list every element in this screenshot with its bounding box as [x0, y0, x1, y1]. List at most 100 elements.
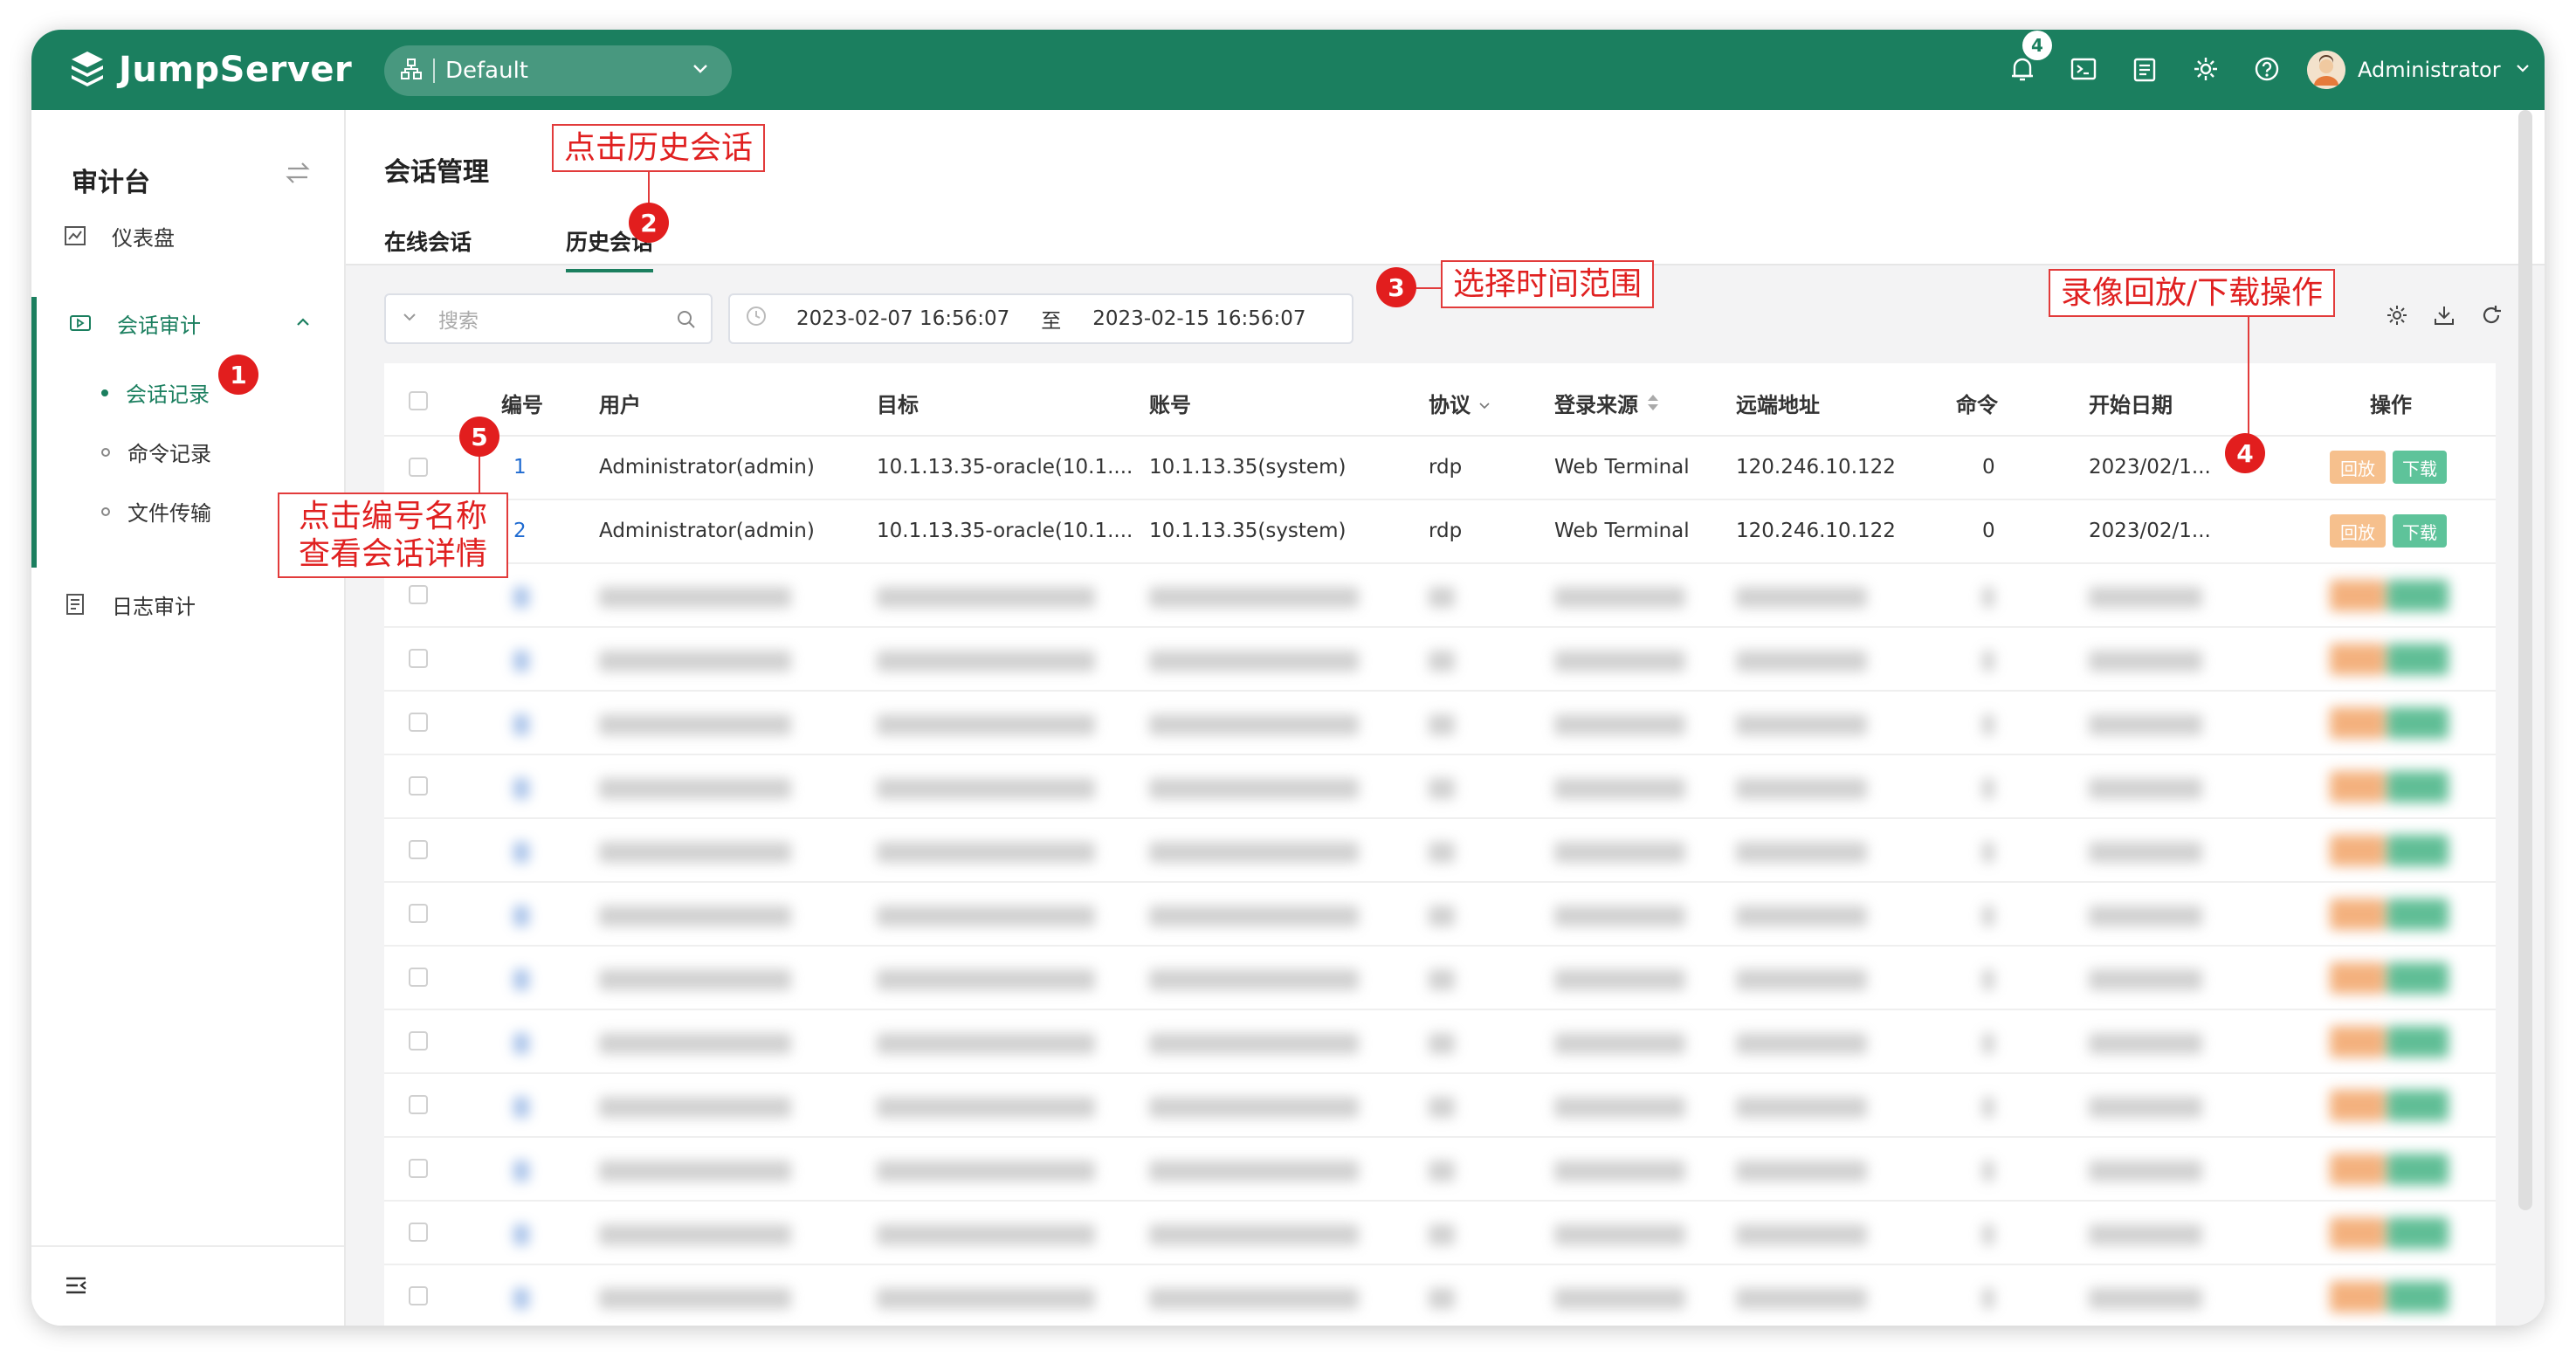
sidebar-sub-session-records[interactable]: 会话记录: [101, 377, 210, 408]
download-button[interactable]: 下载: [2393, 514, 2447, 548]
column-header[interactable]: 目标: [877, 388, 919, 418]
replay-button[interactable]: 回放: [2330, 514, 2386, 548]
blurred-cell: [1554, 1288, 1685, 1309]
row-checkbox[interactable]: [409, 713, 428, 732]
blurred-download-button: [2387, 1090, 2449, 1121]
blurred-cell: [1149, 1224, 1359, 1245]
help-icon[interactable]: [2251, 53, 2283, 85]
user-menu[interactable]: Administrator: [2307, 51, 2532, 89]
sidebar-sub-file-transfer[interactable]: 文件传输: [101, 496, 211, 527]
blurred-cell: [599, 1097, 791, 1118]
replay-button[interactable]: 回放: [2330, 451, 2386, 484]
tab-online-sessions[interactable]: 在线会话: [384, 225, 472, 257]
cell-account: 10.1.13.35(system): [1149, 520, 1347, 542]
blurred-cell: [877, 587, 1095, 608]
blurred-cell: [877, 651, 1095, 672]
terminal-icon[interactable]: [2068, 53, 2099, 85]
blurred-cell: [1982, 1097, 1994, 1118]
row-checkbox[interactable]: [409, 585, 428, 604]
column-header[interactable]: 用户: [599, 388, 641, 418]
row-checkbox[interactable]: [409, 1223, 428, 1242]
column-header[interactable]: 账号: [1149, 388, 1191, 418]
table-row[interactable]: 1 Administrator(admin) 10.1.13.35-oracle…: [384, 437, 2496, 500]
column-header[interactable]: 命令: [1956, 388, 1998, 418]
blurred-cell: [1982, 714, 1994, 735]
row-checkbox[interactable]: [409, 649, 428, 668]
blurred-cell: [1736, 778, 1867, 799]
column-header-protocol[interactable]: 协议: [1429, 388, 1491, 418]
blurred-replay-button: [2330, 1281, 2386, 1312]
blurred-download-button: [2387, 835, 2449, 866]
blurred-cell: [1554, 778, 1685, 799]
org-select[interactable]: Default: [384, 45, 732, 96]
download-button[interactable]: 下载: [2393, 451, 2447, 484]
search-icon[interactable]: [676, 309, 697, 334]
row-checkbox[interactable]: [409, 1159, 428, 1178]
blurred-cell: [1149, 714, 1359, 735]
blurred-cell: [2089, 906, 2202, 926]
cell-protocol: rdp: [1429, 520, 1463, 542]
blurred-cell: [2089, 714, 2202, 735]
row-checkbox[interactable]: [409, 776, 428, 796]
chevron-down-icon: [400, 307, 419, 330]
search-input[interactable]: 搜索: [384, 293, 713, 344]
divider: [31, 1245, 344, 1247]
annotation-line: [479, 457, 480, 495]
blurred-cell: [1429, 842, 1455, 863]
logo[interactable]: JumpServer: [68, 47, 352, 93]
row-checkbox[interactable]: [409, 1286, 428, 1305]
blurred-replay-button: [2330, 771, 2386, 802]
collapse-icon[interactable]: [65, 1275, 87, 1299]
download-icon[interactable]: [2433, 304, 2455, 330]
blurred-cell: [513, 842, 529, 863]
row-checkbox[interactable]: [409, 904, 428, 923]
sidebar-item-label: 日志审计: [112, 594, 196, 619]
blurred-cell: [1429, 1161, 1455, 1181]
sidebar-item-log-audit[interactable]: 日志审计: [31, 578, 344, 630]
date-from[interactable]: 2023-02-07 16:56:07: [796, 307, 1009, 330]
blurred-cell: [599, 587, 791, 608]
logo-icon: [68, 49, 107, 91]
cell-user: Administrator(admin): [599, 456, 815, 479]
blurred-cell: [2089, 1097, 2202, 1118]
bell-icon[interactable]: 4: [2007, 31, 2052, 85]
gear-icon[interactable]: [2190, 53, 2221, 85]
select-all-checkbox[interactable]: [409, 391, 428, 410]
blurred-cell: [1149, 1097, 1359, 1118]
sidebar-sub-command-records[interactable]: 命令记录: [101, 437, 211, 467]
blurred-cell: [2089, 969, 2202, 990]
swap-icon[interactable]: [285, 161, 311, 189]
page-title: 会话管理: [384, 157, 489, 188]
brand-name: JumpServer: [119, 50, 353, 90]
column-header[interactable]: 远端地址: [1736, 388, 1820, 418]
blurred-cell: [1149, 842, 1359, 863]
row-checkbox[interactable]: [409, 1095, 428, 1114]
cell-command-count: 0: [1982, 520, 1995, 542]
date-to[interactable]: 2023-02-15 16:56:07: [1092, 307, 1305, 330]
column-header[interactable]: 编号: [501, 388, 543, 418]
session-id-link[interactable]: 1: [513, 456, 527, 479]
column-header[interactable]: 开始日期: [2089, 388, 2173, 418]
scrollbar[interactable]: [2518, 110, 2532, 1210]
row-checkbox[interactable]: [409, 458, 428, 477]
blurred-download-button: [2387, 1217, 2449, 1249]
sidebar-item-session-audit[interactable]: 会话审计: [31, 297, 344, 349]
refresh-icon[interactable]: [2480, 304, 2503, 330]
date-range-picker[interactable]: 2023-02-07 16:56:07 至 2023-02-15 16:56:0…: [728, 293, 1353, 344]
clipboard-icon[interactable]: [2129, 53, 2160, 85]
sidebar-item-dashboard[interactable]: 仪表盘: [31, 210, 344, 262]
session-id-link[interactable]: 2: [513, 520, 527, 542]
table-row-blurred: [384, 819, 2496, 883]
blurred-cell: [1429, 969, 1455, 990]
column-header-source[interactable]: 登录来源: [1554, 388, 1661, 418]
blurred-cell: [1982, 651, 1994, 672]
row-checkbox[interactable]: [409, 840, 428, 859]
blurred-cell: [2089, 1033, 2202, 1054]
row-checkbox[interactable]: [409, 968, 428, 987]
settings-icon[interactable]: [2386, 304, 2408, 330]
search-placeholder: 搜索: [438, 310, 479, 333]
blurred-cell: [877, 1097, 1095, 1118]
table-row[interactable]: 2 Administrator(admin) 10.1.13.35-oracle…: [384, 500, 2496, 564]
row-checkbox[interactable]: [409, 1031, 428, 1050]
sort-icon[interactable]: [1645, 393, 1661, 412]
